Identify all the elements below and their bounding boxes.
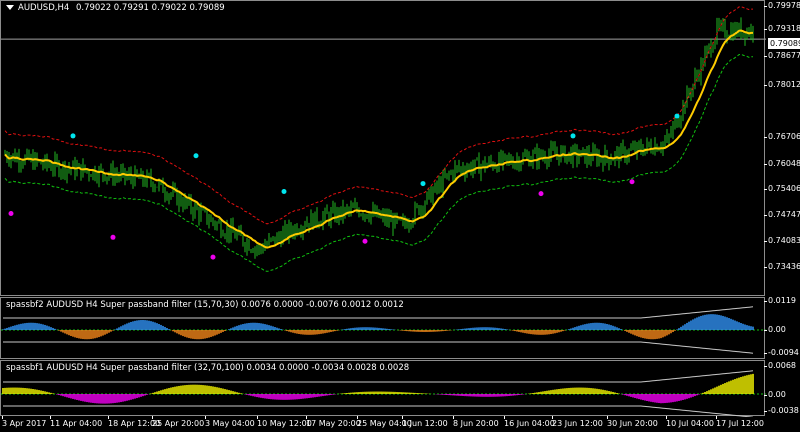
price-tick: 0.73436: [763, 262, 800, 271]
price-tick: 0.78012: [763, 80, 800, 89]
indicator2-tick: 0.00: [764, 390, 786, 399]
price-tick: 0.75406: [763, 184, 800, 193]
indicator-panel-spassbf1[interactable]: spassbf1 AUDUSD H4 Super passband filter…: [0, 360, 766, 417]
current-price-label: 0.79089: [768, 38, 800, 49]
indicator1-tick: -0.0094: [764, 348, 799, 357]
signal-dot-high: [674, 113, 680, 119]
indicator2-tick: -0.0038: [764, 406, 799, 415]
time-axis-label: 16 Jun 04:00: [504, 416, 555, 428]
price-tick: 0.76706: [763, 132, 800, 141]
time-axis-label: 11 Apr 04:00: [50, 416, 103, 428]
signal-dot-low: [362, 238, 368, 244]
time-axis-label: 3 May 04:00: [205, 416, 255, 428]
time-axis-label: 17 Jul 12:00: [716, 416, 764, 428]
time-axis-label: 1 Jun 12:00: [402, 416, 448, 428]
time-axis-label: 3 Apr 2017: [2, 416, 47, 428]
signal-dot-low: [210, 254, 216, 260]
price-tick: 0.74747: [763, 210, 800, 219]
price-chart-panel[interactable]: AUDUSD,H4 0.79022 0.79291 0.79022 0.7908…: [0, 0, 766, 296]
price-tick: 0.79978: [763, 1, 800, 10]
time-axis-label: 30 Jun 20:00: [607, 416, 658, 428]
indicator1-lower-envelope: [3, 341, 754, 354]
time-axis-label: 25 Apr 20:00: [152, 416, 205, 428]
signal-dot-high: [193, 153, 199, 159]
signal-dot-high: [70, 133, 76, 139]
signal-dot-high: [281, 189, 287, 195]
signal-dot-low: [110, 234, 116, 240]
price-tick: 0.74083: [763, 236, 800, 245]
signal-dot-low: [538, 191, 544, 197]
ohlc-values: 0.79022 0.79291 0.79022 0.79089: [75, 3, 225, 13]
chart-menu-arrow-icon[interactable]: [6, 5, 14, 10]
time-axis-label: 17 May 20:00: [306, 416, 361, 428]
signal-dot-high: [420, 181, 426, 187]
lower-band-line: [4, 53, 753, 272]
signal-dot-low: [629, 179, 635, 185]
price-tick: 0.79318: [763, 24, 800, 33]
price-scale[interactable]: 0.79978 0.79318 0.78677 0.78012 0.76706 …: [763, 0, 800, 432]
price-tick: 0.78677: [763, 51, 800, 60]
indicator2-title: spassbf1 AUDUSD H4 Super passband filter…: [6, 363, 410, 373]
indicator1-title: spassbf2 AUDUSD H4 Super passband filter…: [6, 300, 404, 310]
indicator1-tick: 0.00: [764, 325, 786, 334]
time-axis-label: 10 May 12:00: [257, 416, 312, 428]
indicator2-tick: 0.0068: [764, 361, 796, 370]
signal-dot-high: [570, 133, 576, 139]
time-axis-label: 10 Jul 04:00: [666, 416, 714, 428]
price-tick: 0.76048: [763, 159, 800, 168]
indicator-panel-spassbf2[interactable]: spassbf2 AUDUSD H4 Super passband filter…: [0, 297, 766, 359]
time-axis-label: 23 Jun 12:00: [552, 416, 603, 428]
signal-dot-low: [8, 210, 14, 216]
time-axis[interactable]: 3 Apr 2017 11 Apr 04:00 18 Apr 12:00 25 Apr…: [0, 416, 765, 432]
time-axis-label: 8 Jun 20:00: [453, 416, 499, 428]
indicator1-tick: 0.0119: [764, 296, 796, 305]
chart-title: AUDUSD,H4 0.79022 0.79291 0.79022 0.7908…: [6, 3, 225, 13]
symbol-label: AUDUSD,H4: [18, 3, 70, 13]
price-chart-svg: [1, 6, 766, 272]
